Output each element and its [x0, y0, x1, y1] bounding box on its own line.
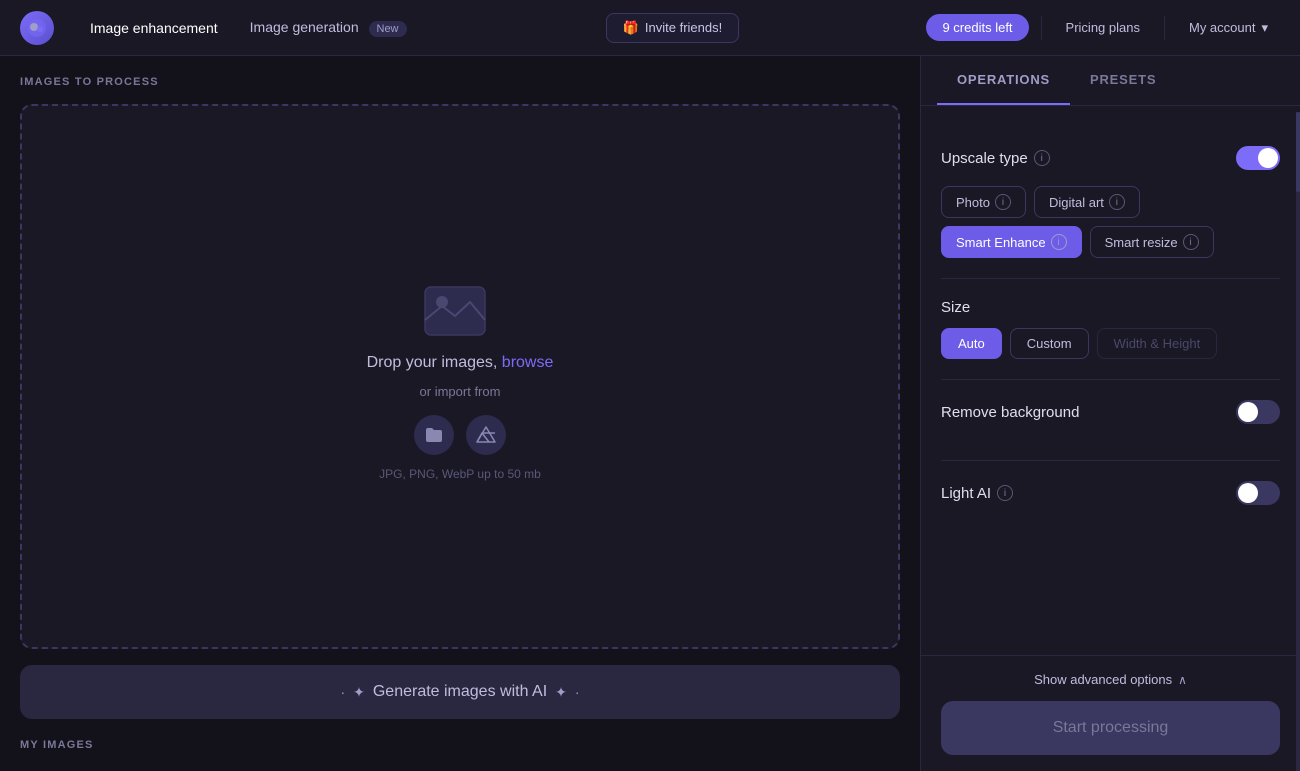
header: Image enhancement Image generation New 🎁… — [0, 0, 1300, 56]
invite-button[interactable]: 🎁 Invite friends! — [606, 13, 740, 43]
nav-image-enhancement[interactable]: Image enhancement — [78, 14, 230, 42]
new-badge: New — [369, 21, 407, 37]
main-nav: Image enhancement Image generation New — [78, 13, 419, 43]
import-label: or import from — [420, 384, 501, 399]
smart-resize-info-icon[interactable]: i — [1183, 234, 1199, 250]
drop-text: Drop your images, browse — [367, 354, 554, 372]
upscale-option-digital-art[interactable]: Digital art i — [1034, 186, 1140, 218]
tab-operations[interactable]: OPERATIONS — [937, 56, 1070, 105]
toggle-thumb — [1238, 483, 1258, 503]
divider — [1164, 16, 1165, 40]
upscale-type-options: Photo i Digital art i Smart Enhance i Sm… — [941, 186, 1280, 258]
light-ai-title: Light AI i — [941, 485, 1013, 502]
light-ai-header: Light AI i — [941, 481, 1280, 505]
light-ai-info-icon[interactable]: i — [997, 485, 1013, 501]
browse-link[interactable]: browse — [502, 354, 554, 371]
upscale-type-header: Upscale type i — [941, 146, 1280, 170]
upscale-option-photo[interactable]: Photo i — [941, 186, 1026, 218]
scrollbar-track — [1296, 112, 1300, 771]
divider — [1041, 16, 1042, 40]
start-processing-button[interactable]: Start processing — [941, 701, 1280, 755]
upscale-type-info-icon[interactable]: i — [1034, 150, 1050, 166]
upscale-type-title: Upscale type i — [941, 150, 1050, 167]
light-ai-toggle[interactable] — [1236, 481, 1280, 505]
my-images-label: MY IMAGES — [20, 739, 900, 751]
drive-import-button[interactable] — [466, 415, 506, 455]
toggle-thumb — [1238, 402, 1258, 422]
upscale-option-smart-enhance[interactable]: Smart Enhance i — [941, 226, 1082, 258]
file-types-label: JPG, PNG, WebP up to 50 mb — [379, 467, 541, 481]
remove-background-section: Remove background — [941, 380, 1280, 461]
pricing-plans-link[interactable]: Pricing plans — [1054, 14, 1152, 41]
size-section: Size Auto Custom Width & Height — [941, 279, 1280, 380]
right-panel: OPERATIONS PRESETS Upscale type i — [920, 56, 1300, 771]
bottom-section: Show advanced options ∧ Start processing — [921, 655, 1300, 771]
operations-content: Upscale type i Photo i Digital art i — [921, 106, 1300, 655]
digital-art-info-icon[interactable]: i — [1109, 194, 1125, 210]
sparkle-left-icon: ✦ — [353, 684, 365, 701]
upscale-option-smart-resize[interactable]: Smart resize i — [1090, 226, 1214, 258]
remove-background-header: Remove background — [941, 400, 1280, 424]
image-placeholder-icon — [420, 272, 500, 342]
main-content: IMAGES TO PROCESS Drop your images, brow… — [0, 56, 1300, 771]
drop-zone[interactable]: Drop your images, browse or import from — [20, 104, 900, 649]
import-icons — [414, 415, 506, 455]
folder-import-button[interactable] — [414, 415, 454, 455]
size-option-custom[interactable]: Custom — [1010, 328, 1089, 359]
smart-enhance-info-icon[interactable]: i — [1051, 234, 1067, 250]
my-images-section: MY IMAGES — [20, 735, 900, 751]
nav-image-generation[interactable]: Image generation New — [238, 13, 419, 43]
chevron-up-icon: ∧ — [1178, 673, 1187, 687]
gift-icon: 🎁 — [623, 20, 639, 36]
advanced-options-toggle[interactable]: Show advanced options ∧ — [941, 672, 1280, 687]
sparkle-right-icon: ✦ — [555, 684, 567, 701]
sparkle-right-small-icon: · — [575, 684, 580, 700]
toggle-thumb — [1258, 148, 1278, 168]
header-center: 🎁 Invite friends! — [443, 13, 903, 43]
logo-icon[interactable] — [20, 11, 54, 45]
header-right: 9 credits left Pricing plans My account … — [926, 14, 1280, 42]
chevron-down-icon: ▾ — [1261, 20, 1268, 36]
scrollbar-thumb[interactable] — [1296, 112, 1300, 192]
generate-images-button[interactable]: · ✦ Generate images with AI ✦ · — [20, 665, 900, 719]
remove-background-title: Remove background — [941, 404, 1079, 421]
right-panel-tabs: OPERATIONS PRESETS — [921, 56, 1300, 106]
tab-presets[interactable]: PRESETS — [1070, 56, 1176, 105]
size-option-width-height: Width & Height — [1097, 328, 1218, 359]
upscale-type-toggle[interactable] — [1236, 146, 1280, 170]
credits-button[interactable]: 9 credits left — [926, 14, 1028, 41]
remove-background-toggle[interactable] — [1236, 400, 1280, 424]
images-section-label: IMAGES TO PROCESS — [20, 76, 900, 88]
left-panel: IMAGES TO PROCESS Drop your images, brow… — [0, 56, 920, 771]
upscale-type-section: Upscale type i Photo i Digital art i — [941, 126, 1280, 279]
light-ai-section: Light AI i — [941, 461, 1280, 541]
my-account-button[interactable]: My account ▾ — [1177, 14, 1280, 42]
size-title: Size — [941, 299, 1280, 316]
size-options: Auto Custom Width & Height — [941, 328, 1280, 359]
size-option-auto[interactable]: Auto — [941, 328, 1002, 359]
photo-info-icon[interactable]: i — [995, 194, 1011, 210]
sparkle-left-small-icon: · — [340, 684, 345, 700]
